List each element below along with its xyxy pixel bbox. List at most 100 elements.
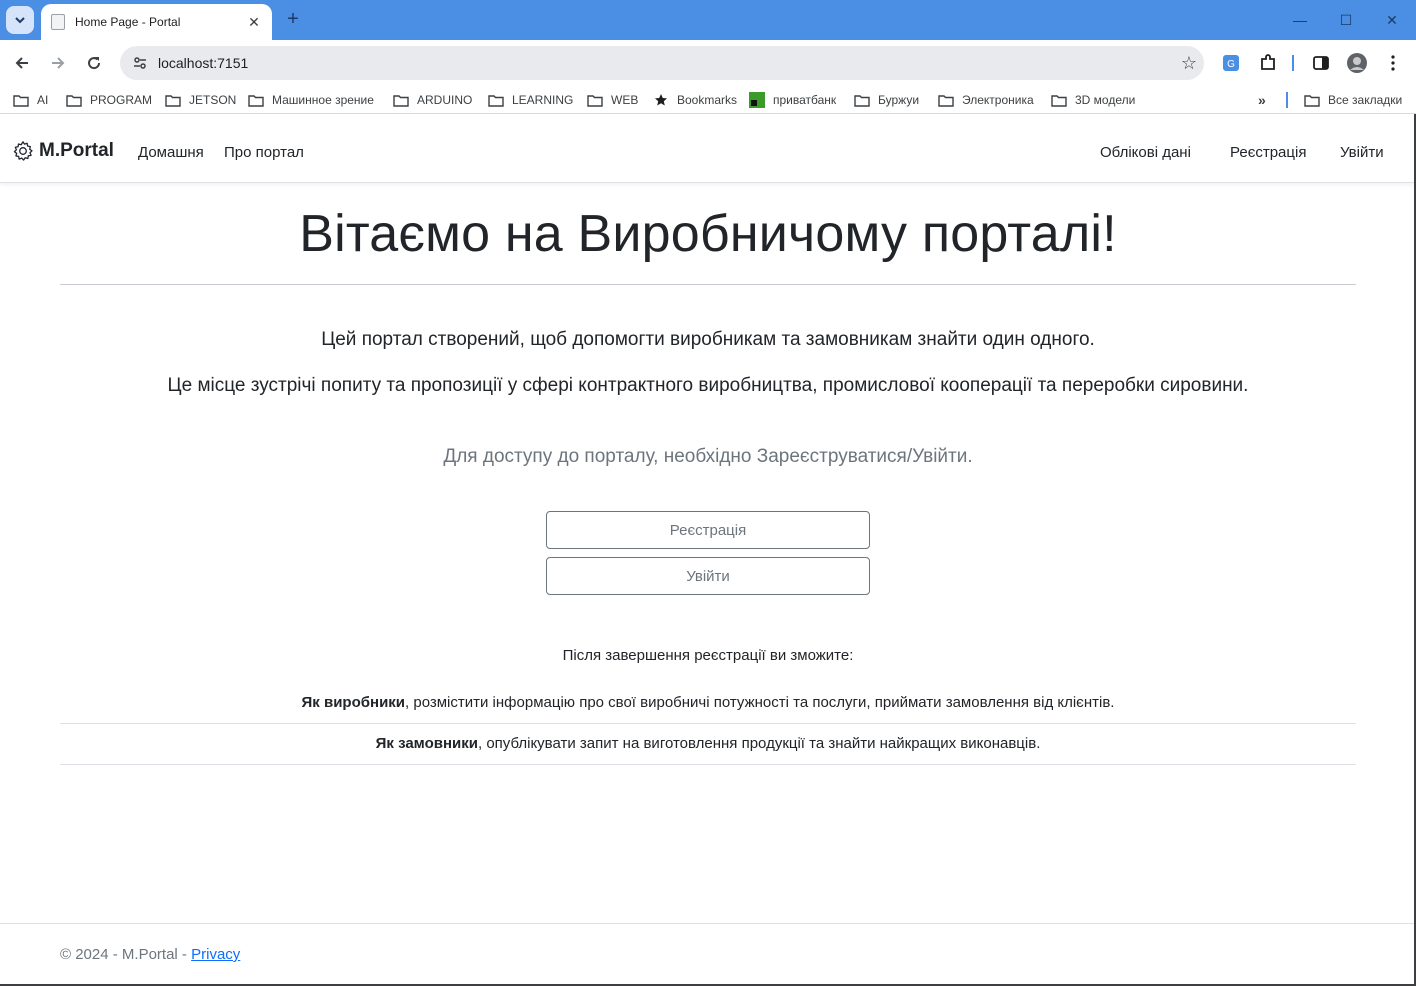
feature-customers-text: , опублікувати запит на виготовлення про… — [477, 735, 1041, 752]
forward-button[interactable] — [44, 49, 72, 77]
bookmark-star-icon[interactable]: ☆ — [1174, 53, 1204, 74]
star-icon — [653, 93, 669, 107]
reload-button[interactable] — [80, 49, 108, 77]
bookmark-label: Bookmarks — [677, 93, 738, 107]
bookmark-label: JETSON — [189, 93, 237, 107]
bookmark-folder-web[interactable]: WEB — [587, 91, 638, 109]
bookmark-label: Машинное зрение — [272, 93, 374, 107]
arrow-left-icon — [15, 57, 28, 69]
address-bar[interactable]: localhost:7151 ☆ — [120, 46, 1204, 80]
bookmarks-bar: AI PROGRAM JETSON Машинное зрение ARDUIN… — [0, 86, 1416, 114]
side-panel-icon[interactable] — [1309, 51, 1333, 75]
folder-icon — [587, 93, 603, 107]
feature-producers-text: , розмістити інформацію про свої виробни… — [405, 694, 1115, 711]
profile-avatar[interactable] — [1345, 51, 1369, 75]
bookmark-folder-machine-vision[interactable]: Машинное зрение — [248, 91, 374, 109]
after-registration-text: Після завершення реєстрації ви зможите: — [562, 647, 854, 664]
tab-search-button[interactable] — [6, 6, 34, 34]
toolbar-divider — [1290, 51, 1296, 75]
site-info-icon[interactable] — [130, 53, 150, 73]
browser-menu-icon[interactable] — [1381, 51, 1405, 75]
nav-about-link[interactable]: Про портал — [224, 144, 304, 161]
feature-customers: Як замовники, опублікувати запит на виго… — [0, 735, 1416, 752]
folder-icon — [488, 93, 504, 107]
new-tab-button[interactable]: + — [282, 8, 304, 30]
chevron-down-icon — [15, 17, 25, 24]
browser-toolbar: localhost:7151 ☆ G — [0, 40, 1416, 86]
bookmark-bookmarks[interactable]: Bookmarks — [653, 91, 737, 109]
footer-text: © 2024 - M.Portal - Privacy — [60, 946, 240, 963]
access-text: Для доступу до порталу, необхідно Зареєс… — [443, 446, 973, 467]
register-button[interactable]: Реєстрація — [546, 511, 870, 549]
nav-login-link[interactable]: Увійти — [1340, 144, 1384, 161]
login-button[interactable]: Увійти — [546, 557, 870, 595]
page-favicon-icon — [51, 14, 65, 30]
close-tab-icon[interactable]: ✕ — [246, 14, 262, 31]
browser-tabstrip: Home Page - Portal ✕ + — ☐ ✕ — [0, 0, 1416, 40]
more-bookmarks-chevron-icon[interactable]: » — [1258, 91, 1266, 109]
privacy-link[interactable]: Privacy — [191, 946, 240, 963]
intro-text-2: Це місце зустрічі попиту та пропозиції у… — [167, 375, 1249, 396]
bookmark-folder-jetson[interactable]: JETSON — [165, 91, 236, 109]
folder-icon — [165, 93, 181, 107]
folder-icon — [938, 93, 954, 107]
bookmarks-divider — [1286, 91, 1288, 109]
extensions-puzzle-icon[interactable] — [1256, 51, 1280, 75]
reload-icon — [88, 57, 101, 70]
nav-home-link[interactable]: Домашня — [138, 144, 204, 161]
bookmark-label: Буржуи — [878, 93, 920, 107]
bookmark-folder-burzhui[interactable]: Буржуи — [854, 91, 919, 109]
folder-icon — [854, 93, 870, 107]
gear-icon — [13, 141, 33, 161]
browser-tab[interactable]: Home Page - Portal ✕ — [41, 4, 272, 40]
copyright-text: © 2024 - M.Portal - — [60, 946, 192, 963]
brand-link[interactable]: M.Portal — [12, 140, 114, 162]
site-footer: © 2024 - M.Portal - Privacy — [0, 923, 1414, 984]
bookmark-folder-arduino[interactable]: ARDUINO — [393, 91, 472, 109]
feature-producers-title: Як виробники — [301, 694, 406, 711]
bookmark-privatbank[interactable]: приватбанк — [749, 91, 836, 109]
bookmark-label: PROGRAM — [90, 93, 153, 107]
svg-text:G: G — [1227, 59, 1235, 70]
close-window-button[interactable]: ✕ — [1369, 0, 1415, 40]
bookmark-label: Электроника — [962, 93, 1034, 107]
folder-icon — [248, 93, 264, 107]
bookmark-label: WEB — [611, 93, 639, 107]
intro-text-1: Цей портал створений, щоб допомогти виро… — [321, 329, 1095, 350]
tab-title: Home Page - Portal — [75, 15, 181, 29]
feature-divider — [60, 764, 1356, 765]
bookmark-label: приватбанк — [773, 93, 837, 107]
back-button[interactable] — [8, 49, 36, 77]
page-title: Вітаємо на Виробничому порталі! — [299, 205, 1117, 263]
minimize-button[interactable]: — — [1277, 0, 1323, 40]
folder-icon — [66, 93, 82, 107]
site-navbar: M.Portal Домашня Про портал Облікові дан… — [0, 114, 1414, 183]
title-divider — [60, 284, 1356, 285]
bookmark-label: Все закладки — [1328, 93, 1403, 107]
bookmark-folder-program[interactable]: PROGRAM — [66, 91, 152, 109]
folder-icon — [13, 93, 29, 107]
bookmark-label: ARDUINO — [417, 93, 473, 107]
bookmark-folder-electronics[interactable]: Электроника — [938, 91, 1034, 109]
bookmark-folder-learning[interactable]: LEARNING — [488, 91, 573, 109]
bookmark-label: LEARNING — [512, 93, 574, 107]
folder-icon — [1304, 93, 1320, 107]
bookmark-label: AI — [37, 93, 49, 107]
nav-account-link[interactable]: Облікові дані — [1100, 144, 1191, 161]
translate-extension-icon[interactable]: G — [1219, 51, 1243, 75]
all-bookmarks-folder[interactable]: Все закладки — [1304, 91, 1402, 109]
folder-icon — [1051, 93, 1067, 107]
maximize-button[interactable]: ☐ — [1323, 0, 1369, 40]
web-page: M.Portal Домашня Про портал Облікові дан… — [0, 114, 1416, 986]
bookmark-folder-3d-models[interactable]: 3D модели — [1051, 91, 1135, 109]
nav-register-link[interactable]: Реєстрація — [1230, 144, 1306, 161]
feature-producers: Як виробники, розмістити інформацію про … — [0, 694, 1416, 711]
bookmark-folder-ai[interactable]: AI — [13, 91, 48, 109]
arrow-right-icon — [52, 57, 65, 69]
url-text[interactable]: localhost:7151 — [158, 55, 1174, 71]
privatbank-icon — [749, 92, 765, 108]
feature-customers-title: Як замовники — [375, 735, 478, 752]
bookmark-label: 3D модели — [1075, 93, 1136, 107]
brand-name: M.Portal — [39, 140, 114, 161]
feature-divider — [60, 723, 1356, 724]
